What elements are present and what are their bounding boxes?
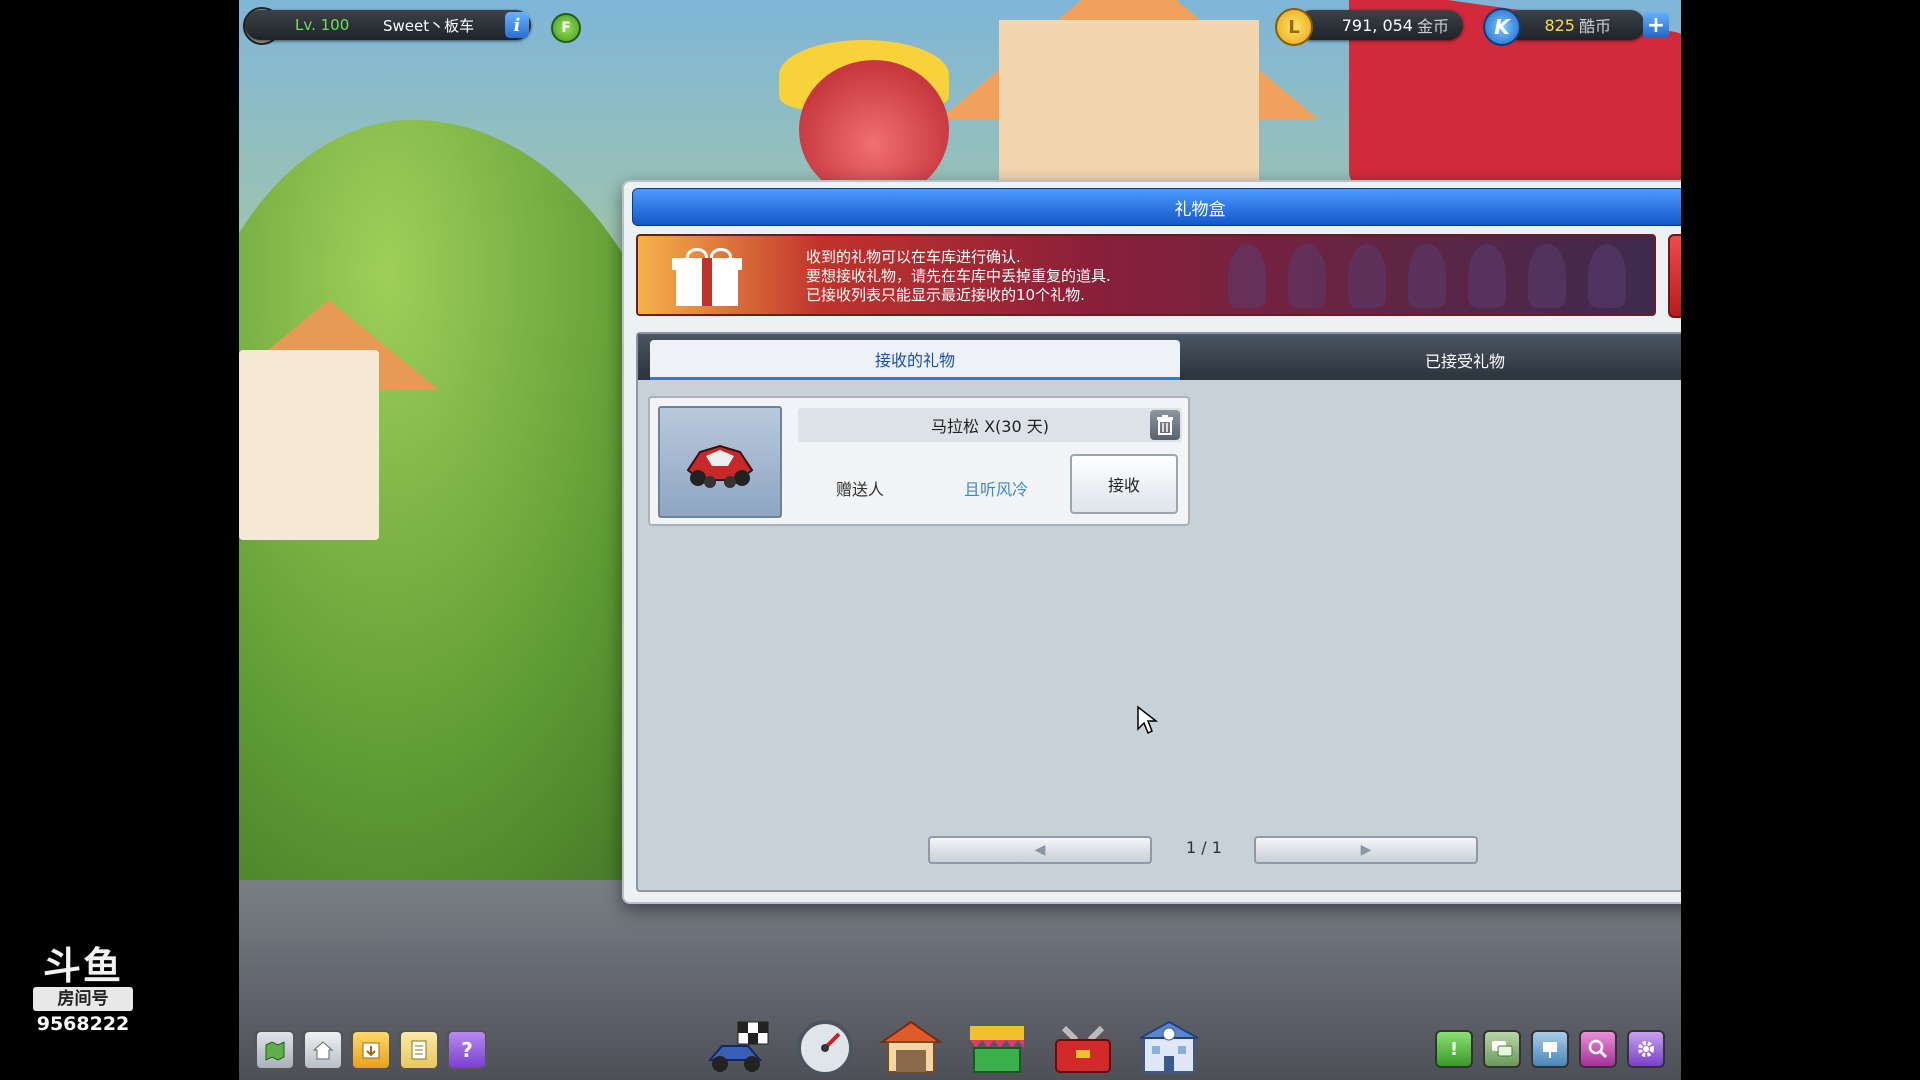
character-silhouette-icon bbox=[1228, 244, 1266, 308]
sender-name-link[interactable]: 且听风冷 bbox=[936, 476, 1056, 500]
notice-line: 要想接收礼物，请先在车库中丢掉重复的道具. bbox=[806, 267, 1111, 285]
tab-received-gifts[interactable]: 接收的礼物 bbox=[650, 340, 1180, 380]
info-button[interactable]: i bbox=[505, 12, 529, 38]
sender-label: 赠送人 bbox=[835, 480, 884, 499]
kart-race-icon[interactable] bbox=[703, 1012, 775, 1076]
scenery-house-left bbox=[239, 350, 379, 540]
accept-gift-button[interactable]: 接收 bbox=[1070, 454, 1178, 514]
stream-watermark: 斗鱼 房间号 9568222 bbox=[30, 945, 136, 1037]
garage-icon[interactable] bbox=[875, 1012, 947, 1076]
gold-coin-icon: L bbox=[1275, 8, 1313, 46]
current-page: 1 bbox=[1186, 838, 1197, 857]
k-coin-amount: 825 bbox=[1544, 15, 1575, 35]
notice-banner: 收到的礼物可以在车库进行确认. 要想接收礼物，请先在车库中丢掉重复的道具. 已接… bbox=[636, 234, 1656, 316]
friend-icon[interactable]: F bbox=[551, 13, 581, 43]
next-page-button[interactable]: ▶ bbox=[1254, 836, 1478, 864]
game-viewport: ✦ Lv. 100 Sweet丶板车 i F 791, 054 金币 L 825… bbox=[239, 0, 1681, 1080]
gift-box-dialog: 礼物盒 收到的礼物可以在车库进行确认. 要想接收礼物，请先在车库中丢掉重复的道具… bbox=[622, 180, 1681, 904]
player-level: Lv. 100 bbox=[295, 16, 350, 34]
page-indicator: 1 / 1 bbox=[1162, 838, 1246, 857]
character-silhouette-icon bbox=[1348, 244, 1386, 308]
watermark-logo: 斗鱼 bbox=[42, 944, 123, 988]
player-info-bar: Lv. 100 Sweet丶板车 bbox=[245, 10, 531, 40]
watermark-room-label: 房间号 bbox=[33, 987, 133, 1011]
gold-unit: 金币 bbox=[1416, 17, 1449, 36]
gift-icon bbox=[672, 248, 742, 306]
download-icon[interactable] bbox=[351, 1030, 391, 1070]
watermark-room-number: 9568222 bbox=[36, 1013, 130, 1035]
character-silhouette-icon bbox=[1468, 244, 1506, 308]
k-coin-icon: K bbox=[1483, 8, 1521, 46]
prev-page-button[interactable]: ◀ bbox=[928, 836, 1152, 864]
character-silhouette-icon bbox=[1408, 244, 1446, 308]
k-coin-unit: 酷币 bbox=[1578, 17, 1611, 36]
trash-icon bbox=[1157, 415, 1173, 435]
gift-list-item: 马拉松 Ⅹ(30 天) 赠送人 且听风冷 接收 bbox=[648, 396, 1190, 526]
tab-strip: 接收的礼物 已接受礼物 bbox=[638, 334, 1681, 380]
close-dialog-button[interactable] bbox=[1668, 234, 1681, 318]
total-pages: 1 bbox=[1211, 838, 1222, 857]
gift-tab-panel: 接收的礼物 已接受礼物 马拉松 Ⅹ(30 天) 赠送人 且听风冷 接收 ◀ 1 … bbox=[636, 332, 1681, 892]
toolbox-icon[interactable] bbox=[1047, 1012, 1119, 1076]
gold-balance: 791, 054 金币 bbox=[1297, 10, 1463, 40]
shop-icon[interactable] bbox=[961, 1012, 1033, 1076]
mailbox-icon[interactable] bbox=[1531, 1030, 1569, 1068]
notice-text: 收到的礼物可以在车库进行确认. 要想接收礼物，请先在车库中丢掉重复的道具. 已接… bbox=[806, 248, 1111, 305]
page-separator: / bbox=[1201, 838, 1207, 857]
search-icon[interactable] bbox=[1579, 1030, 1617, 1068]
map-icon[interactable] bbox=[255, 1030, 295, 1070]
club-building-icon[interactable] bbox=[1133, 1012, 1205, 1076]
gold-amount: 791, 054 bbox=[1341, 15, 1413, 35]
notice-line: 已接收列表只能显示最近接收的10个礼物. bbox=[806, 286, 1085, 304]
character-silhouette-icon bbox=[1528, 244, 1566, 308]
mouse-cursor-icon bbox=[1137, 705, 1158, 735]
home-icon[interactable] bbox=[303, 1030, 343, 1070]
dialog-title: 礼物盒 bbox=[632, 188, 1681, 226]
help-icon[interactable]: ? bbox=[447, 1030, 487, 1070]
add-k-coin-button[interactable]: + bbox=[1643, 12, 1669, 38]
k-coin-balance: 825 酷币 bbox=[1505, 10, 1645, 40]
chat-icon[interactable] bbox=[1483, 1030, 1521, 1068]
tab-accepted-gifts[interactable]: 已接受礼物 bbox=[1182, 340, 1681, 380]
notes-icon[interactable] bbox=[399, 1030, 439, 1070]
character-silhouette-icon bbox=[1588, 244, 1626, 308]
player-name: Sweet丶板车 bbox=[383, 16, 475, 35]
settings-icon[interactable] bbox=[1627, 1030, 1665, 1068]
character-silhouette-icon bbox=[1288, 244, 1326, 308]
kart-icon bbox=[658, 406, 782, 518]
delete-gift-button[interactable] bbox=[1150, 410, 1180, 440]
character-head bbox=[799, 60, 949, 200]
speedometer-icon[interactable] bbox=[789, 1012, 861, 1076]
gift-item-name: 马拉松 Ⅹ(30 天) bbox=[798, 408, 1182, 442]
notice-line: 收到的礼物可以在车库进行确认. bbox=[806, 248, 1021, 266]
alert-icon[interactable]: ! bbox=[1435, 1030, 1473, 1068]
